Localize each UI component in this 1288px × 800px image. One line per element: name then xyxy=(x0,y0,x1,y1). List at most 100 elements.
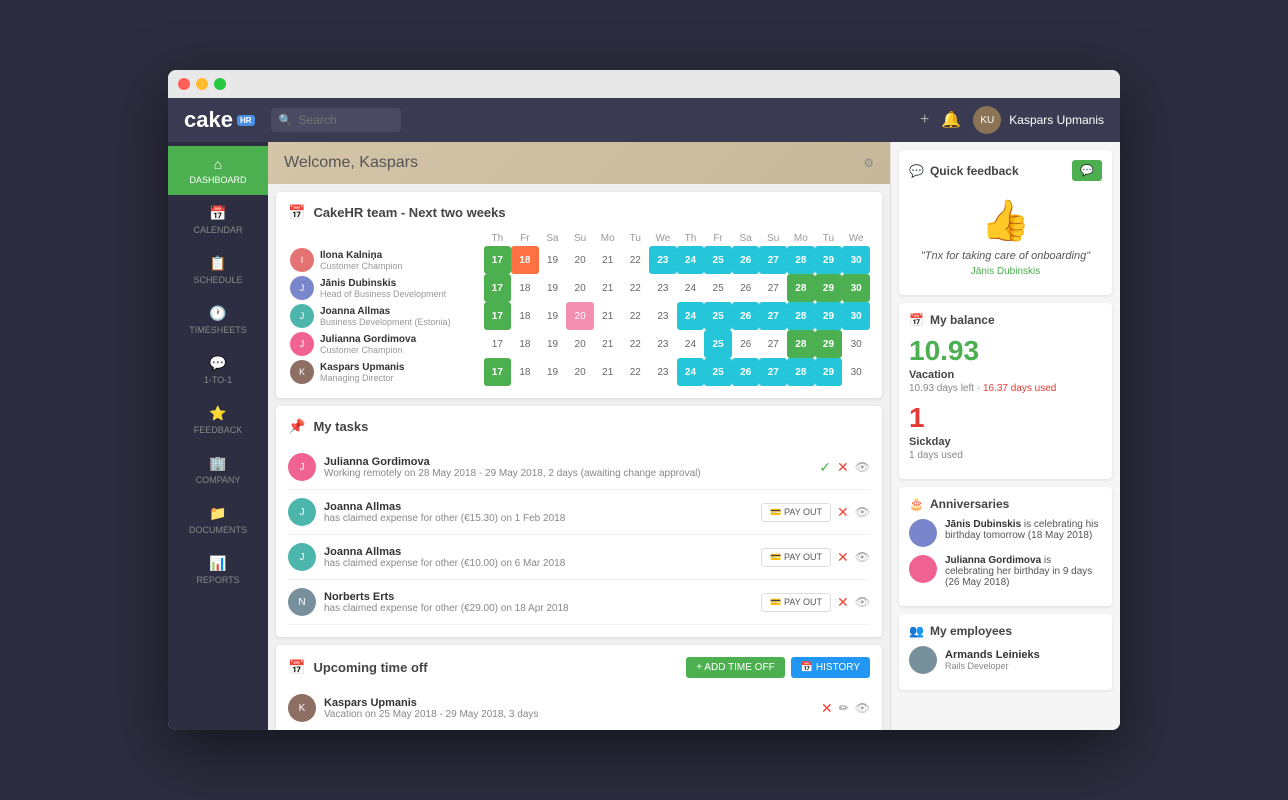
day-cell: 30 xyxy=(842,274,870,302)
main-content: Welcome, Kaspars ⚙ 📅 CakeHR team - Next … xyxy=(268,142,890,730)
sidebar-item-timesheets[interactable]: 🕐 TIMESHEETS xyxy=(168,295,268,345)
day-cell: 28 xyxy=(787,358,815,386)
cal-col-su2: Su xyxy=(759,231,787,246)
quick-feedback-title-area: 💬 Quick feedback xyxy=(909,164,1019,178)
delete-button[interactable]: ✕ xyxy=(837,594,849,611)
sidebar-item-label: TIMESHEETS xyxy=(189,325,247,335)
history-button[interactable]: 📅 HISTORY xyxy=(791,657,870,678)
upcoming-buttons: + ADD TIME OFF 📅 HISTORY xyxy=(686,657,870,678)
calendar-table: Th Fr Sa Su Mo Tu We Th Fr Sa xyxy=(288,231,870,386)
day-cell: 26 xyxy=(732,358,760,386)
anniversary-avatar xyxy=(909,519,937,547)
quick-feedback-title: Quick feedback xyxy=(930,164,1019,178)
delete-button[interactable]: ✕ xyxy=(837,549,849,566)
sidebar-item-1to1[interactable]: 💬 1-TO-1 xyxy=(168,345,268,395)
day-cell: 29 xyxy=(815,274,843,302)
day-cell: 21 xyxy=(594,330,622,358)
cal-col-mo1: Mo xyxy=(594,231,622,246)
cal-col-tu1: Tu xyxy=(622,231,650,246)
sickday-label: Sickday xyxy=(909,436,1102,448)
welcome-bar: Welcome, Kaspars ⚙ xyxy=(268,142,890,184)
settings-icon[interactable]: ⚙ xyxy=(863,156,874,170)
anniversary-avatar xyxy=(909,555,937,583)
view-button[interactable]: 👁 xyxy=(855,505,870,519)
sidebar-item-label: CALENDAR xyxy=(193,225,242,235)
view-timeoff-button[interactable]: 👁 xyxy=(855,701,870,715)
sidebar-item-label: SCHEDULE xyxy=(193,275,242,285)
day-cell: 24 xyxy=(677,330,705,358)
day-cell: 18 xyxy=(511,302,539,330)
employees-title-area: 👥 My employees xyxy=(909,624,1012,638)
day-cell: 18 xyxy=(511,246,539,274)
pay-out-button[interactable]: 💳 PAY OUT xyxy=(761,548,831,567)
day-cell: 29 xyxy=(815,246,843,274)
send-feedback-button[interactable]: 💬 xyxy=(1072,160,1102,181)
my-employees-title: My employees xyxy=(930,624,1012,638)
task-actions: ✓ ✕ 👁 xyxy=(819,459,870,476)
main-layout: ⌂ DASHBOARD 📅 CALENDAR 📋 SCHEDULE 🕐 TIME… xyxy=(168,142,1120,730)
day-cell: 22 xyxy=(622,358,650,386)
sidebar-item-label: COMPANY xyxy=(196,475,241,485)
edit-timeoff-button[interactable]: ✏ xyxy=(839,701,849,715)
day-cell: 23 xyxy=(649,274,677,302)
day-cell: 24 xyxy=(677,302,705,330)
bell-icon[interactable]: 🔔 xyxy=(941,110,961,130)
user-info[interactable]: KU Kaspars Upmanis xyxy=(973,106,1104,134)
cal-col-fr: Fr xyxy=(511,231,539,246)
delete-timeoff-button[interactable]: ✕ xyxy=(821,700,833,717)
view-button[interactable]: 👁 xyxy=(855,550,870,564)
sidebar-item-dashboard[interactable]: ⌂ DASHBOARD xyxy=(168,146,268,195)
timesheets-icon: 🕐 xyxy=(209,305,226,322)
sidebar-item-feedback[interactable]: ⭐ FEEDBACK xyxy=(168,395,268,445)
day-cell: 17 xyxy=(484,358,512,386)
sidebar-item-schedule[interactable]: 📋 SCHEDULE xyxy=(168,245,268,295)
maximize-button[interactable] xyxy=(214,78,226,90)
day-cell: 20 xyxy=(566,274,594,302)
close-button[interactable] xyxy=(178,78,190,90)
schedule-icon: 📋 xyxy=(209,255,226,272)
documents-icon: 📁 xyxy=(209,505,226,522)
pay-out-button[interactable]: 💳 PAY OUT xyxy=(761,593,831,612)
cal-col-su: Su xyxy=(566,231,594,246)
cal-col-fr2: Fr xyxy=(704,231,732,246)
task-desc: has claimed expense for other (€15.30) o… xyxy=(324,513,753,524)
upcoming-actions: ✕ ✏ 👁 xyxy=(821,700,870,717)
sidebar-item-documents[interactable]: 📁 DOCUMENTS xyxy=(168,495,268,545)
company-icon: 🏢 xyxy=(209,455,226,472)
view-button[interactable]: 👁 xyxy=(855,595,870,609)
day-cell: 19 xyxy=(539,302,567,330)
add-time-off-button[interactable]: + ADD TIME OFF xyxy=(686,657,784,678)
sidebar-item-label: 1-TO-1 xyxy=(204,375,232,385)
tasks-card: 📌 My tasks J Julianna Gordimova Working … xyxy=(276,406,882,637)
pay-out-button[interactable]: 💳 PAY OUT xyxy=(761,503,831,522)
sidebar-item-calendar[interactable]: 📅 CALENDAR xyxy=(168,195,268,245)
check-button[interactable]: ✓ xyxy=(819,459,831,476)
day-cell: 19 xyxy=(539,246,567,274)
task-info: Joanna Allmas has claimed expense for ot… xyxy=(324,501,753,524)
delete-button[interactable]: ✕ xyxy=(837,504,849,521)
my-balance-header: 📅 My balance xyxy=(909,313,1102,327)
anniversary-text: Jānis Dubinskis is celebrating his birth… xyxy=(945,519,1102,541)
minimize-button[interactable] xyxy=(196,78,208,90)
tasks-header: 📌 My tasks xyxy=(288,418,870,435)
day-cell: 18 xyxy=(511,358,539,386)
pin-icon: 📌 xyxy=(288,418,305,435)
add-icon[interactable]: + xyxy=(920,111,929,129)
day-cell: 24 xyxy=(677,358,705,386)
search-wrapper: 🔍 xyxy=(271,108,401,132)
table-row: J Julianna Gordimova Customer Champion 1… xyxy=(288,330,870,358)
anniversaries-list: Jānis Dubinskis is celebrating his birth… xyxy=(909,519,1102,588)
sidebar-item-reports[interactable]: 📊 REPORTS xyxy=(168,545,268,595)
thumbs-up-icon: 👍 xyxy=(909,197,1102,244)
delete-button[interactable]: ✕ xyxy=(837,459,849,476)
day-cell: 30 xyxy=(842,246,870,274)
task-actions: 💳 PAY OUT ✕ 👁 xyxy=(761,593,870,612)
cal-col-th2: Th xyxy=(677,231,705,246)
view-button[interactable]: 👁 xyxy=(855,460,870,474)
upcoming-info: Kaspars Upmanis Vacation on 25 May 2018 … xyxy=(324,697,813,720)
upcoming-title: Upcoming time off xyxy=(313,660,427,675)
sidebar-item-company[interactable]: 🏢 COMPANY xyxy=(168,445,268,495)
task-desc: has claimed expense for other (€29.00) o… xyxy=(324,603,753,614)
day-cell: 19 xyxy=(539,358,567,386)
day-cell: 20 xyxy=(566,358,594,386)
